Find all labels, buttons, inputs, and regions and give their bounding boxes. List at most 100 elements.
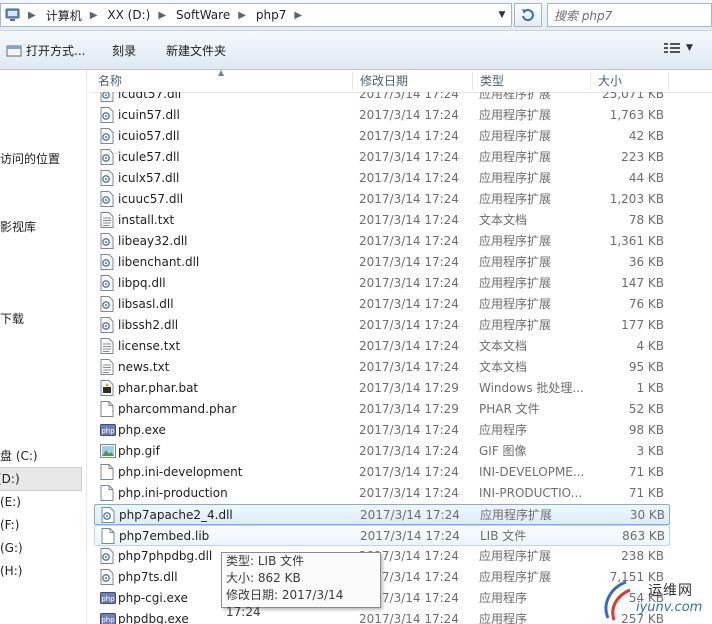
- file-name: libenchant.dll: [118, 255, 200, 269]
- file-row[interactable]: php phpdbg.exe 2017/3/14 17:24 应用程序 257 KB: [94, 609, 670, 624]
- file-size: 1,763 KB: [609, 108, 664, 122]
- address-bar[interactable]: ▶ 计算机 ▶ XX (D:) ▶ SoftWare ▶ php7 ▶ ▼: [0, 3, 512, 27]
- change-view-button[interactable]: ▼: [664, 42, 693, 54]
- nav-item-video-library[interactable]: 影视库: [0, 216, 36, 238]
- file-row[interactable]: php.ini-production 2017/3/14 17:24 INI-PRO…: [94, 483, 670, 504]
- watermark-title: 运维网: [648, 583, 693, 599]
- breadcrumb-separator[interactable]: ▶: [22, 10, 42, 21]
- breadcrumb-separator[interactable]: ▶: [288, 10, 308, 21]
- breadcrumb-separator[interactable]: ▶: [84, 10, 104, 21]
- file-row[interactable]: php7phpdbg.dll 2017/3/14 17:24 应用程序扩展 238 K…: [94, 546, 670, 567]
- file-row[interactable]: php7ts.dll 2017/3/14 17:24 应用程序扩展 7,151 KB: [94, 567, 670, 588]
- new-folder-button[interactable]: 新建文件夹: [166, 42, 226, 59]
- file-size: 863 KB: [622, 529, 665, 543]
- file-type: GIF 图像: [479, 444, 527, 458]
- file-date-modified: 2017/3/14 17:29: [359, 402, 459, 416]
- file-size: 1,361 KB: [609, 234, 664, 248]
- tooltip-type: 类型: LIB 文件: [226, 554, 305, 568]
- breadcrumb-computer[interactable]: 计算机: [42, 4, 84, 26]
- column-size[interactable]: 大小: [590, 70, 622, 92]
- file-type: 文本文档: [479, 213, 528, 227]
- file-row[interactable]: php.ini-development 2017/3/14 17:24 INI-DE…: [94, 462, 670, 483]
- file-date-modified: 2017/3/14 17:24: [359, 612, 459, 624]
- dll-icon: [100, 128, 114, 144]
- file-name: icule57.dll: [118, 150, 180, 164]
- file-size: 1,203 KB: [609, 192, 664, 206]
- file-row[interactable]: php.gif 2017/3/14 17:24 GIF 图像 3 KB: [94, 441, 670, 462]
- column-date-modified[interactable]: 修改日期: [352, 70, 408, 92]
- nav-item-recent-places[interactable]: 访问的位置: [0, 148, 60, 170]
- nav-item-downloads[interactable]: 下载: [0, 308, 24, 330]
- file-row[interactable]: libenchant.dll 2017/3/14 17:24 应用程序扩展 36 KB: [94, 252, 670, 273]
- nav-item-drive-d[interactable]: (D:): [0, 467, 82, 491]
- nav-item-drive-g[interactable]: (G:): [0, 537, 23, 559]
- breadcrumb-php7[interactable]: php7: [252, 4, 288, 26]
- file-row[interactable]: icuio57.dll 2017/3/14 17:24 应用程序扩展 42 KB: [94, 126, 670, 147]
- nav-item-drive-h[interactable]: (H:): [0, 560, 22, 582]
- file-row[interactable]: icudt57.dll 2017/3/14 17:24 应用程序扩展 25,071 K…: [94, 92, 670, 105]
- file-row[interactable]: libeay32.dll 2017/3/14 17:24 应用程序扩展 1,361 K…: [94, 231, 670, 252]
- view-options-icon: [664, 43, 680, 53]
- column-header: ▲ 名称 修改日期 类型 大小: [90, 68, 712, 93]
- command-bar: 打开方式... 刻录 新建文件夹 ▼: [0, 31, 712, 70]
- refresh-button[interactable]: [514, 3, 542, 27]
- file-date-modified: 2017/3/14 17:24: [360, 529, 460, 543]
- file-size: 76 KB: [628, 297, 664, 311]
- search-box[interactable]: 搜索 php7: [547, 3, 712, 27]
- file-date-modified: 2017/3/14 17:24: [359, 255, 459, 269]
- nav-item-drive-e[interactable]: (E:): [0, 491, 21, 513]
- breadcrumb-separator[interactable]: ▶: [152, 10, 172, 21]
- breadcrumb-software[interactable]: SoftWare: [172, 4, 232, 26]
- file-name: libsasl.dll: [118, 297, 174, 311]
- nav-item-drive-c[interactable]: 盘 (C:): [0, 445, 38, 467]
- file-date-modified: 2017/3/14 17:24: [360, 508, 460, 522]
- computer-icon: [4, 8, 22, 22]
- file-date-modified: 2017/3/14 17:24: [359, 360, 459, 374]
- file-row[interactable]: icule57.dll 2017/3/14 17:24 应用程序扩展 223 KB: [94, 147, 670, 168]
- dll-icon: [100, 170, 114, 186]
- php-exe-icon: php: [100, 422, 116, 438]
- blank-file-icon: [100, 401, 114, 417]
- dll-icon: [100, 569, 114, 585]
- file-row[interactable]: php7apache2_4.dll 2017/3/14 17:24 应用程序扩展 30…: [94, 504, 670, 525]
- watermark-url: iyunv.com: [636, 600, 703, 615]
- watermark-logo: 运维网 iyunv.com: [600, 574, 712, 624]
- file-size: 36 KB: [628, 255, 664, 269]
- file-row[interactable]: icuin57.dll 2017/3/14 17:24 应用程序扩展 1,763 KB: [94, 105, 670, 126]
- file-type: 应用程序: [479, 591, 528, 605]
- file-name: libeay32.dll: [118, 234, 188, 248]
- file-row[interactable]: iculx57.dll 2017/3/14 17:24 应用程序扩展 44 KB: [94, 168, 670, 189]
- file-name: libssh2.dll: [118, 318, 179, 332]
- file-row[interactable]: php7embed.lib 2017/3/14 17:24 LIB 文件 863 KB: [94, 525, 670, 546]
- file-row[interactable]: install.txt 2017/3/14 17:24 文本文档 78 KB: [94, 210, 670, 231]
- column-divider[interactable]: [668, 72, 669, 90]
- file-row[interactable]: php php-cgi.exe 2017/3/14 17:24 应用程序 54 KB: [94, 588, 670, 609]
- file-row[interactable]: libsasl.dll 2017/3/14 17:24 应用程序扩展 76 KB: [94, 294, 670, 315]
- file-type: PHAR 文件: [479, 402, 540, 416]
- file-row[interactable]: icuuc57.dll 2017/3/14 17:24 应用程序扩展 1,203 KB: [94, 189, 670, 210]
- file-row[interactable]: news.txt 2017/3/14 17:24 文本文档 95 KB: [94, 357, 670, 378]
- file-row[interactable]: pharcommand.phar 2017/3/14 17:29 PHAR 文件 52…: [94, 399, 670, 420]
- breadcrumb-drive-d[interactable]: XX (D:): [103, 4, 152, 26]
- file-size: 238 KB: [621, 549, 664, 563]
- breadcrumb-separator[interactable]: ▶: [232, 10, 252, 21]
- dll-icon: [100, 233, 114, 249]
- file-row[interactable]: libssh2.dll 2017/3/14 17:24 应用程序扩展 177 KB: [94, 315, 670, 336]
- column-name[interactable]: 名称: [90, 70, 122, 92]
- watermark-swoosh-icon: [604, 580, 631, 621]
- burn-button[interactable]: 刻录: [112, 42, 136, 59]
- column-type[interactable]: 类型: [472, 70, 504, 92]
- open-with-icon: [6, 45, 22, 56]
- file-type: 应用程序扩展: [479, 108, 552, 122]
- text-file-icon: [100, 359, 114, 375]
- file-list: icudt57.dll 2017/3/14 17:24 应用程序扩展 25,071 K…: [90, 92, 712, 624]
- file-name: php.ini-production: [118, 486, 228, 500]
- file-row[interactable]: phar.phar.bat 2017/3/14 17:29 Windows 批处理.…: [94, 378, 670, 399]
- nav-item-drive-f[interactable]: (F:): [0, 514, 19, 536]
- open-with-button[interactable]: 打开方式...: [6, 42, 85, 59]
- file-date-modified: 2017/3/14 17:24: [359, 171, 459, 185]
- file-row[interactable]: license.txt 2017/3/14 17:24 文本文档 4 KB: [94, 336, 670, 357]
- file-row[interactable]: php php.exe 2017/3/14 17:24 应用程序 98 KB: [94, 420, 670, 441]
- file-row[interactable]: libpq.dll 2017/3/14 17:24 应用程序扩展 147 KB: [94, 273, 670, 294]
- address-history-dropdown[interactable]: ▼: [495, 4, 509, 26]
